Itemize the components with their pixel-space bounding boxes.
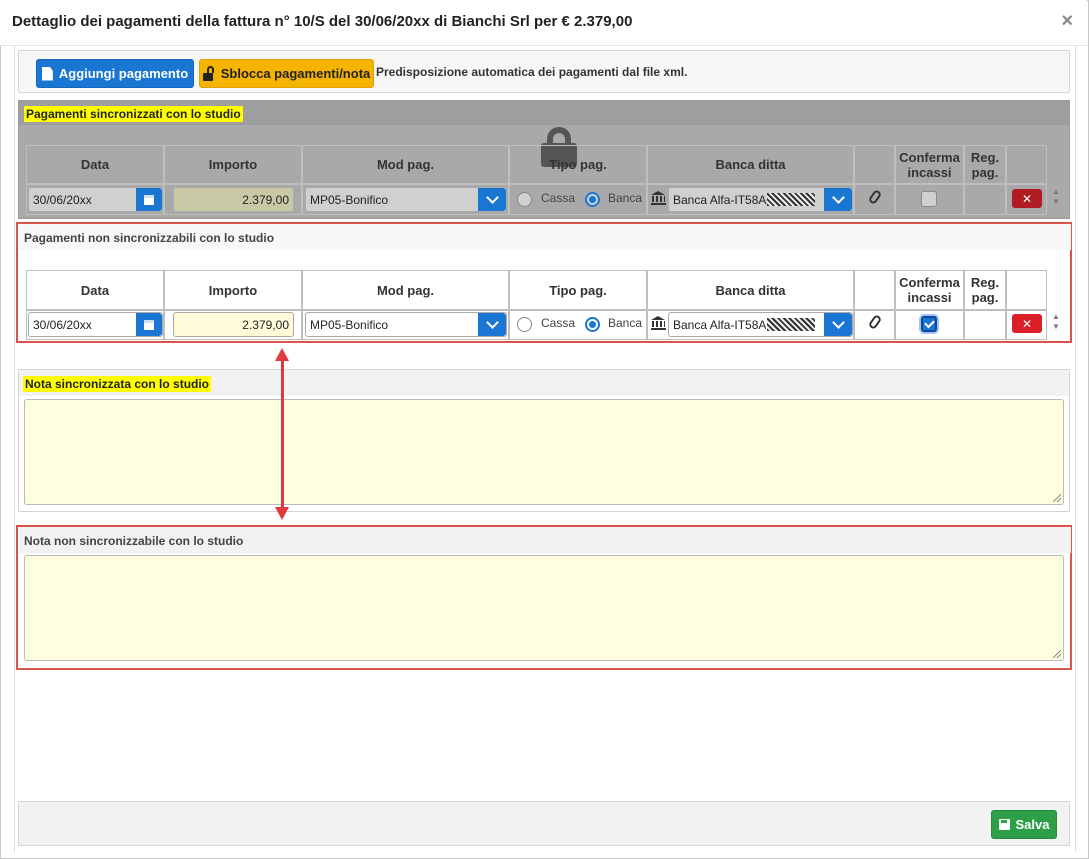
synced-delete-button[interactable]: ✕ bbox=[1012, 189, 1042, 208]
col-header-tipo-pag: Tipo pag. bbox=[509, 145, 647, 184]
scroll-arrows-icon[interactable]: ▲ ▼ bbox=[1051, 187, 1061, 207]
annotation-arrow-shaft bbox=[281, 358, 284, 511]
xml-info-text: Predisposizione automatica dei pagamenti… bbox=[376, 65, 688, 79]
bank-icon bbox=[651, 316, 666, 330]
chevron-down-icon[interactable] bbox=[824, 188, 852, 211]
synced-mod-pag-select[interactable]: MP05-Bonifico bbox=[305, 187, 507, 212]
synced-payments-section: Pagamenti sincronizzati con lo studio Da… bbox=[18, 100, 1070, 219]
col-header-conferma: Conferma incassi bbox=[895, 270, 964, 310]
unlock-icon bbox=[202, 65, 215, 81]
add-payment-button[interactable]: Aggiungi pagamento bbox=[36, 59, 194, 88]
add-payment-label: Aggiungi pagamento bbox=[58, 66, 189, 81]
floppy-icon bbox=[998, 819, 1010, 830]
resize-grip-icon[interactable] bbox=[1053, 650, 1061, 658]
nonsynced-payments-title: Pagamenti non sincronizzabili con lo stu… bbox=[24, 231, 275, 245]
nonsynced-note-textarea[interactable] bbox=[24, 555, 1064, 661]
chevron-down-icon[interactable] bbox=[824, 313, 852, 336]
col-header-data: Data bbox=[26, 270, 164, 310]
col-header-mod-pag: Mod pag. bbox=[302, 145, 509, 184]
nonsynced-note-title: Nota non sincronizzabile con lo studio bbox=[24, 534, 244, 548]
dialog-title: Dettaglio dei pagamenti della fattura n°… bbox=[12, 13, 633, 30]
bank-icon bbox=[651, 191, 666, 205]
masked-iban bbox=[767, 318, 816, 331]
synced-radio-cassa[interactable] bbox=[517, 192, 532, 207]
synced-payments-title: Pagamenti sincronizzati con lo studio bbox=[24, 106, 243, 122]
synced-note-textarea[interactable] bbox=[24, 399, 1064, 505]
toolbar: Aggiungi pagamento Sblocca pagamenti/not… bbox=[18, 50, 1070, 93]
chevron-down-icon[interactable] bbox=[478, 188, 506, 211]
synced-note-section: Nota sincronizzata con lo studio bbox=[18, 369, 1070, 512]
arrow-up-icon bbox=[275, 348, 289, 361]
synced-conferma-checkbox[interactable] bbox=[921, 191, 937, 207]
save-button[interactable]: Salva bbox=[991, 810, 1057, 839]
chevron-down-icon[interactable] bbox=[478, 313, 506, 336]
col-header-reg-pag: Reg. pag. bbox=[964, 145, 1006, 184]
col-header-importo: Importo bbox=[164, 270, 302, 310]
calendar-icon[interactable] bbox=[136, 313, 162, 336]
synced-note-title: Nota sincronizzata con lo studio bbox=[23, 376, 212, 392]
synced-date-input[interactable]: 30/06/20xx bbox=[28, 187, 163, 212]
file-icon bbox=[41, 66, 53, 81]
unlock-payments-button[interactable]: Sblocca pagamenti/nota bbox=[199, 59, 374, 88]
nonsynced-amount-input[interactable]: 2.379,00 bbox=[173, 312, 294, 337]
scroll-arrows-icon[interactable]: ▲ ▼ bbox=[1051, 312, 1061, 332]
calendar-icon[interactable] bbox=[136, 188, 162, 211]
col-header-importo: Importo bbox=[164, 145, 302, 184]
nonsynced-note-section: Nota non sincronizzabile con lo studio bbox=[16, 525, 1072, 670]
synced-bank-select[interactable]: Banca Alfa-IT58A bbox=[668, 187, 853, 212]
nonsynced-radio-cassa[interactable] bbox=[517, 317, 532, 332]
nonsynced-payments-section: Pagamenti non sincronizzabili con lo stu… bbox=[16, 222, 1072, 343]
nonsynced-radio-banca[interactable] bbox=[585, 317, 600, 332]
col-header-conferma: Conferma incassi bbox=[895, 145, 964, 184]
arrow-down-icon bbox=[275, 507, 289, 520]
nonsynced-mod-pag-select[interactable]: MP05-Bonifico bbox=[305, 312, 507, 337]
synced-radio-banca[interactable] bbox=[585, 192, 600, 207]
col-header-data: Data bbox=[26, 145, 164, 184]
col-header-banca-ditta: Banca ditta bbox=[647, 270, 854, 310]
masked-iban bbox=[767, 193, 816, 206]
nonsynced-conferma-checkbox[interactable] bbox=[921, 316, 937, 332]
col-header-mod-pag: Mod pag. bbox=[302, 270, 509, 310]
save-label: Salva bbox=[1015, 817, 1050, 832]
col-header-banca-ditta: Banca ditta bbox=[647, 145, 854, 184]
dialog-header: Dettaglio dei pagamenti della fattura n°… bbox=[0, 0, 1087, 46]
dialog-footer: Salva bbox=[18, 801, 1070, 846]
synced-amount-input[interactable]: 2.379,00 bbox=[173, 187, 294, 212]
synced-radio-banca-label: Banca bbox=[608, 191, 643, 205]
nonsynced-date-input[interactable]: 30/06/20xx bbox=[28, 312, 163, 337]
nonsynced-delete-button[interactable]: ✕ bbox=[1012, 314, 1042, 333]
nonsynced-bank-select[interactable]: Banca Alfa-IT58A bbox=[668, 312, 853, 337]
unlock-label: Sblocca pagamenti/nota bbox=[220, 66, 371, 81]
col-header-reg-pag: Reg. pag. bbox=[964, 270, 1006, 310]
col-header-tipo-pag: Tipo pag. bbox=[509, 270, 647, 310]
synced-radio-cassa-label: Cassa bbox=[541, 191, 576, 205]
nonsynced-radio-banca-label: Banca bbox=[608, 316, 643, 330]
resize-grip-icon[interactable] bbox=[1053, 494, 1061, 502]
nonsynced-radio-cassa-label: Cassa bbox=[541, 316, 576, 330]
close-icon[interactable]: × bbox=[1061, 10, 1073, 33]
